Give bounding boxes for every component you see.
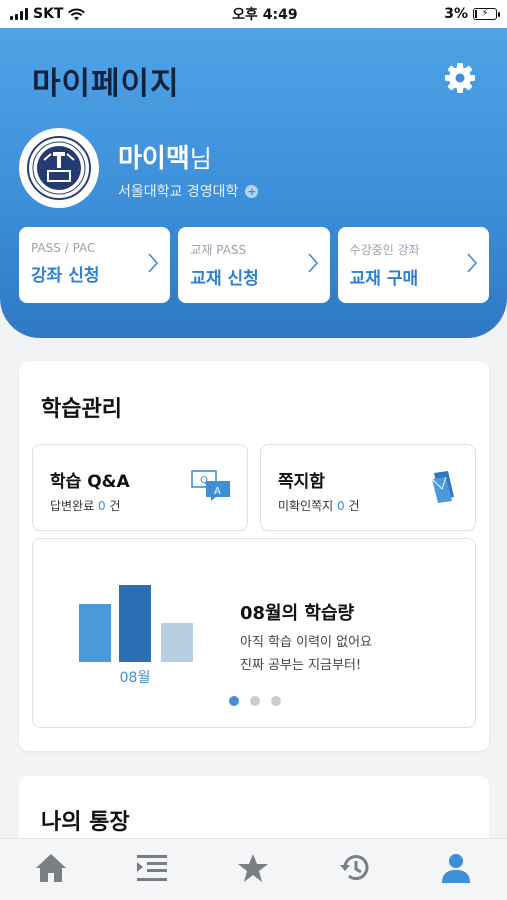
qa-unit: 건 (109, 499, 121, 513)
message-box-title: 쪽지함 (278, 472, 325, 492)
bottom-tab-bar (0, 838, 507, 900)
profile-header: 마이페이지 마이맥님 서울대학교 경영대학 + PASS / PAC 강좌 신청… (0, 28, 507, 338)
my-page-screen: SKT 오후 4:49 3% ⚡ 마이페이지 마이맥님 서울대학교 경영대학 +… (0, 0, 507, 900)
avatar[interactable] (19, 128, 99, 208)
tab-favorites[interactable] (223, 843, 283, 893)
user-name: 마이맥님 (118, 138, 212, 175)
study-amount-title: 08월의 학습량 (240, 603, 355, 624)
quick-card-label: 교재 신청 (190, 269, 259, 289)
star-icon (238, 853, 269, 882)
user-school[interactable]: 서울대학교 경영대학 + (118, 181, 259, 201)
study-amount-submessage: 진짜 공부는 지금부터! (240, 658, 362, 673)
quick-cards: PASS / PAC 강좌 신청 교재 PASS 교재 신청 수강중인 강좌 교… (19, 227, 489, 303)
section-title: 나의 통장 (41, 810, 130, 835)
envelope-icon (431, 471, 454, 503)
quick-card-caption: PASS / PAC (31, 241, 96, 255)
signal-icon (10, 8, 28, 20)
message-box-status: 미확인쪽지 0 건 (278, 497, 360, 514)
message-box-card[interactable]: 쪽지함 미확인쪽지 0 건 (260, 444, 476, 531)
status-right: 3% ⚡ (444, 6, 500, 22)
month-label: 08월 (120, 670, 151, 686)
user-name-text: 마이맥 (118, 144, 190, 174)
carousel-dot[interactable] (250, 696, 260, 706)
tab-history[interactable] (325, 843, 385, 893)
qa-card[interactable]: 학습 Q&A 답변완료 0 건 Q A (32, 444, 248, 531)
chevron-right-icon (467, 253, 477, 273)
status-left: SKT (10, 6, 86, 22)
chevron-right-icon (308, 253, 318, 273)
battery-icon: ⚡ (472, 8, 500, 20)
study-amount-message: 아직 학습 이력이 없어요 (240, 635, 372, 650)
quick-card-course-register[interactable]: PASS / PAC 강좌 신청 (19, 227, 171, 303)
qa-title: 학습 Q&A (50, 472, 130, 492)
study-bar-chart: 08월 (79, 585, 193, 686)
school-label: 서울대학교 경영대학 (118, 184, 239, 200)
section-title: 학습관리 (41, 397, 122, 422)
message-count: 0 (337, 499, 345, 513)
quick-card-label: 교재 구매 (349, 269, 419, 289)
chevron-right-icon (148, 253, 159, 273)
message-status-label: 미확인쪽지 (278, 499, 334, 513)
qa-chat-icon: Q A (191, 470, 230, 501)
settings-button[interactable] (442, 60, 478, 96)
quick-card-textbook-purchase[interactable]: 수강중인 강좌 교재 구매 (337, 227, 489, 303)
qa-count: 0 (98, 499, 106, 513)
tab-lectures[interactable] (122, 843, 182, 893)
add-school-icon[interactable]: + (245, 184, 259, 198)
qa-status-label: 답변완료 (50, 499, 95, 513)
tab-mypage[interactable] (426, 843, 486, 893)
svg-text:A: A (214, 486, 221, 497)
wifi-icon (68, 8, 86, 20)
user-icon (442, 853, 471, 883)
message-unit: 건 (348, 499, 360, 513)
study-amount-card[interactable]: 08월 08월의 학습량 아직 학습 이력이 없어요 진짜 공부는 지금부터! (32, 538, 476, 728)
tab-home[interactable] (21, 843, 81, 893)
carousel-dots (229, 696, 281, 706)
carrier-label: SKT (33, 6, 64, 22)
quick-card-textbook-register[interactable]: 교재 PASS 교재 신청 (178, 227, 330, 303)
bar-current (119, 585, 151, 662)
university-seal-icon (27, 136, 91, 200)
bar-previous (79, 604, 111, 662)
carousel-dot[interactable] (229, 696, 239, 706)
carousel-dot[interactable] (271, 696, 281, 706)
page-title: 마이페이지 (32, 66, 180, 102)
study-management-card: 학습관리 학습 Q&A 답변완료 0 건 Q A 쪽지함 미확인쪽지 0 건 0… (19, 361, 489, 751)
quick-card-caption: 수강중인 강좌 (349, 243, 420, 257)
gear-icon (445, 63, 475, 93)
battery-percent: 3% (444, 6, 468, 22)
qa-status: 답변완료 0 건 (50, 497, 121, 514)
quick-card-caption: 교재 PASS (190, 243, 247, 257)
bar-next (161, 623, 193, 662)
history-icon (339, 854, 369, 880)
indent-list-icon (137, 854, 168, 881)
quick-card-label: 강좌 신청 (31, 266, 100, 286)
status-bar: SKT 오후 4:49 3% ⚡ (0, 0, 507, 28)
clock: 오후 4:49 (232, 7, 298, 23)
home-icon (35, 853, 66, 882)
user-name-suffix: 님 (189, 145, 212, 173)
